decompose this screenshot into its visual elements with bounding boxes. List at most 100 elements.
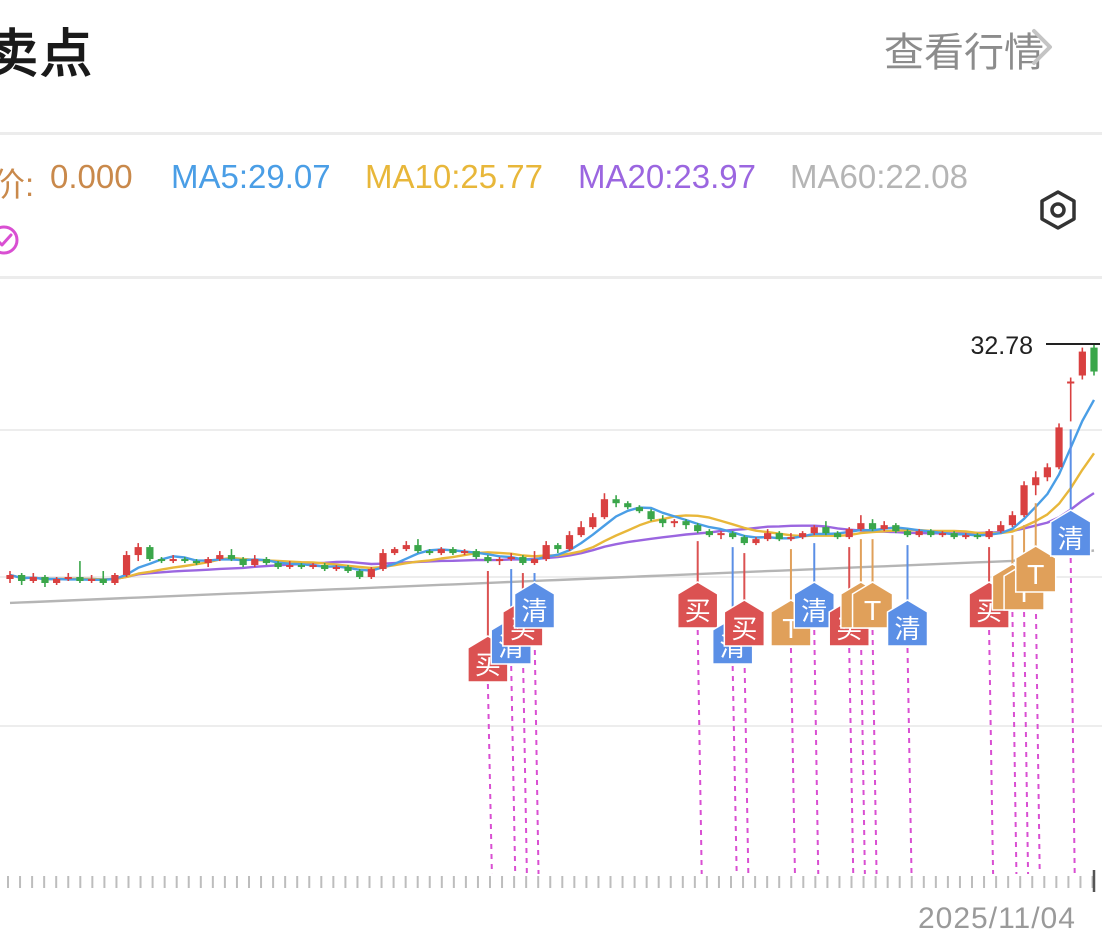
indicator-row: 价: 0.000 MA5:29.07 MA10:25.77 MA20:23.97…: [0, 158, 1040, 206]
candle-body-4: [53, 579, 61, 583]
candle-body-38: [449, 549, 457, 554]
candle-body-30: [356, 571, 364, 578]
ma5-value: MA5:29.07: [171, 158, 331, 195]
candle-body-24: [286, 565, 294, 568]
header-divider: [0, 132, 1102, 135]
candle-body-70: [822, 527, 830, 534]
page-title: 卖点: [0, 25, 95, 85]
grid-lines: [0, 429, 1102, 727]
signal-link-17: [1069, 557, 1076, 875]
signal-label-8: 清: [801, 597, 827, 627]
candle-body-34: [402, 545, 410, 550]
candle-body-6: [76, 577, 84, 581]
view-market-link[interactable]: 查看行情: [884, 20, 1044, 78]
ma5-line: [9, 399, 1096, 581]
signal-link-14: [1011, 611, 1018, 875]
candle-body-35: [414, 545, 422, 552]
price-label: 价:: [0, 166, 35, 203]
signal-link-10: [859, 629, 866, 875]
candlestick-chart[interactable]: 买清买清买清买T清买TT清买TTT清 32.78: [0, 282, 1102, 892]
candle-body-25: [297, 565, 306, 568]
signal-label-4: 买: [685, 597, 711, 627]
candle-body-39: [460, 551, 469, 554]
candle-body-11: [134, 547, 142, 556]
x-ticks: [7, 870, 1096, 892]
candle-body-77: [903, 531, 912, 536]
candle-body-69: [810, 527, 818, 534]
candle-body-88: [1032, 477, 1040, 486]
signal-badge-8: 清: [793, 581, 836, 629]
candle-body-82: [962, 535, 970, 538]
candle-body-14: [169, 559, 177, 562]
candle-body-91: [1067, 381, 1075, 384]
candle-body-65: [764, 533, 772, 540]
signal-link-7: [789, 647, 796, 875]
signal-link-9: [848, 647, 855, 875]
candle-body-17: [204, 559, 212, 564]
candle-body-15: [181, 559, 189, 562]
candle-body-61: [717, 533, 725, 536]
candle-body-53: [624, 503, 632, 508]
candle-body-66: [775, 533, 783, 540]
chart-top-divider: [0, 276, 1102, 279]
candle-body-27: [321, 565, 329, 570]
candle-body-59: [694, 525, 702, 532]
candle-body-86: [1008, 515, 1017, 526]
signal-label-17: 清: [1058, 525, 1084, 555]
signal-link-6: [743, 647, 750, 875]
signal-badge-4: 买: [676, 581, 719, 629]
candle-body-20: [239, 559, 247, 566]
candle-body-89: [1043, 467, 1051, 478]
signal-label-3: 清: [522, 597, 548, 627]
candles: [6, 343, 1100, 587]
candle-body-76: [892, 525, 900, 532]
signal-label-11: T: [864, 597, 881, 627]
candle-body-92: [1078, 351, 1086, 376]
candle-body-57: [670, 521, 679, 524]
signal-badge-12: 清: [886, 599, 929, 647]
candle-body-54: [635, 507, 644, 512]
candle-body-46: [542, 545, 550, 560]
candle-body-19: [227, 555, 236, 560]
chevron-right-icon[interactable]: [1030, 28, 1054, 66]
check-circle-icon[interactable]: [0, 222, 22, 258]
candle-body-23: [274, 563, 282, 568]
high-price-label: 32.78: [970, 332, 1033, 360]
signal-link-13: [988, 629, 995, 875]
candle-body-67: [787, 537, 795, 540]
signal-link-16: [1034, 593, 1041, 875]
candle-body-72: [845, 529, 853, 538]
candle-body-18: [216, 555, 224, 560]
candle-body-1: [18, 575, 26, 581]
settings-icon[interactable]: [1036, 188, 1080, 232]
signal-badge-16: T: [1014, 545, 1057, 593]
candle-body-68: [798, 533, 807, 538]
candle-body-73: [857, 523, 865, 530]
candle-body-84: [985, 531, 993, 538]
candle-body-40: [472, 551, 480, 558]
signal-link-11: [871, 629, 878, 875]
candle-body-56: [659, 519, 667, 524]
candle-body-63: [740, 537, 748, 544]
candle-body-74: [868, 523, 877, 530]
candle-body-43: [507, 557, 515, 560]
signal-badge-3: 清: [513, 581, 556, 629]
signal-link-8: [813, 629, 820, 875]
candle-body-12: [146, 547, 154, 560]
candle-body-41: [484, 557, 492, 562]
candle-body-0: [6, 575, 14, 579]
candle-body-42: [495, 559, 504, 562]
candle-body-48: [565, 535, 574, 550]
candle-body-33: [391, 549, 399, 554]
ma20-value: MA20:23.97: [578, 158, 756, 195]
candle-body-10: [122, 555, 131, 576]
signal-link-2: [521, 647, 528, 875]
signal-link-0: [486, 683, 493, 875]
candle-body-36: [425, 551, 434, 554]
candle-body-28: [332, 567, 340, 570]
candle-body-60: [705, 531, 713, 536]
candle-body-55: [647, 511, 655, 520]
signal-link-3: [533, 629, 540, 875]
ma10-value: MA10:25.77: [365, 158, 543, 195]
signal-link-12: [906, 647, 913, 875]
